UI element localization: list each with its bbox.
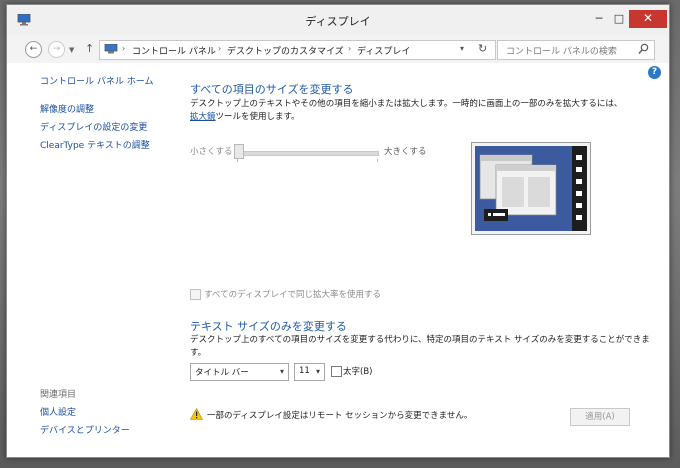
breadcrumb-control-panel[interactable]: コントロール パネル — [132, 44, 216, 57]
minimize-button[interactable]: ─ — [589, 10, 609, 28]
breadcrumb-separator-icon: › — [122, 44, 126, 53]
slider-smaller-label: 小さくする — [190, 147, 233, 157]
remote-session-warning: 一部のディスプレイ設定はリモート セッションから変更できません。 — [207, 411, 473, 421]
sidebar-control-panel-home[interactable]: コントロール パネル ホーム — [40, 74, 153, 87]
see-also-heading: 関連項目 — [40, 390, 77, 400]
font-size-value: 11 — [299, 366, 310, 376]
text-size-description: デスクトップ上のすべての項目のサイズを変更する代わりに、特定の項目のテキスト サ… — [190, 335, 650, 358]
item-select-value: タイトル バー — [195, 368, 249, 378]
sidebar-item-cleartype[interactable]: ClearType テキストの調整 — [40, 138, 150, 151]
title-bar[interactable]: ディスプレイ ─ □ ✕ — [7, 5, 669, 36]
window-title: ディスプレイ — [305, 15, 371, 28]
navigation-bar: ← → ▼ ↑ › コントロール パネル › デスクトップのカスタマイズ › デ… — [7, 35, 669, 63]
text-size-heading: テキスト サイズのみを変更する — [190, 320, 347, 333]
resize-all-heading: すべての項目のサイズを変更する — [190, 83, 354, 96]
see-also-devices-printers[interactable]: デバイスとプリンター — [40, 423, 130, 436]
chevron-down-icon: ▾ — [279, 367, 284, 376]
font-size-select[interactable]: 11 ▾ — [294, 363, 325, 381]
close-button[interactable]: ✕ — [629, 10, 667, 28]
preview-screen-illustration — [475, 146, 587, 231]
same-scale-label: すべてのディスプレイで同じ拡大率を使用する — [204, 290, 381, 300]
breadcrumb-separator-icon[interactable]: › — [218, 44, 221, 53]
size-slider-track[interactable] — [235, 151, 379, 156]
recent-locations-dropdown-icon[interactable]: ▼ — [69, 46, 74, 54]
see-also-personalization[interactable]: 個人設定 — [40, 405, 76, 418]
address-bar[interactable]: › コントロール パネル › デスクトップのカスタマイズ › ディスプレイ ▾ … — [99, 40, 496, 60]
breadcrumb-display[interactable]: ディスプレイ — [357, 44, 410, 57]
slider-tick — [237, 159, 238, 162]
resize-description: デスクトップ上のテキストやその他の項目を縮小または拡大します。一時的に画面上の一… — [190, 98, 630, 124]
magnifier-link[interactable]: 拡大鏡 — [190, 112, 216, 122]
up-arrow-icon[interactable]: ↑ — [85, 42, 94, 55]
sidebar-item-display-settings[interactable]: ディスプレイの設定の変更 — [40, 120, 147, 133]
apply-button[interactable]: 適用(A) — [570, 408, 630, 426]
display-preview-image — [471, 142, 591, 235]
slider-larger-label: 大きくする — [384, 147, 427, 157]
bold-checkbox[interactable] — [331, 366, 342, 377]
warning-icon — [190, 408, 203, 420]
breadcrumb-separator-icon[interactable]: › — [348, 44, 351, 53]
display-settings-window: ディスプレイ ─ □ ✕ ← → ▼ ↑ › コントロール パネル › デスクト… — [6, 4, 670, 458]
breadcrumb-desktop-customization[interactable]: デスクトップのカスタマイズ — [227, 44, 344, 57]
address-history-dropdown-icon[interactable]: ▾ — [460, 44, 464, 53]
help-icon[interactable]: ? — [648, 66, 661, 79]
chevron-down-icon: ▾ — [315, 367, 320, 376]
forward-arrow-icon[interactable]: → — [48, 41, 65, 58]
same-scale-checkbox[interactable] — [190, 289, 201, 300]
resize-description-tail: ツールを使用します。 — [215, 112, 300, 122]
maximize-button[interactable]: □ — [609, 10, 629, 28]
bold-label[interactable]: 太字(B) — [343, 365, 372, 377]
refresh-icon[interactable]: ↻ — [478, 42, 487, 55]
control-panel-icon — [104, 44, 118, 54]
search-placeholder: コントロール パネルの検索 — [506, 47, 617, 57]
slider-tick — [377, 159, 378, 162]
item-select[interactable]: タイトル バー ▾ — [190, 363, 289, 381]
resize-description-text: デスクトップ上のテキストやその他の項目を縮小または拡大します。一時的に画面上の一… — [190, 99, 623, 109]
sidebar-item-resolution[interactable]: 解像度の調整 — [40, 102, 94, 115]
search-icon[interactable] — [638, 43, 649, 55]
search-input[interactable]: コントロール パネルの検索 — [497, 40, 655, 60]
size-slider-thumb[interactable] — [234, 144, 244, 159]
back-arrow-icon[interactable]: ← — [25, 41, 42, 58]
